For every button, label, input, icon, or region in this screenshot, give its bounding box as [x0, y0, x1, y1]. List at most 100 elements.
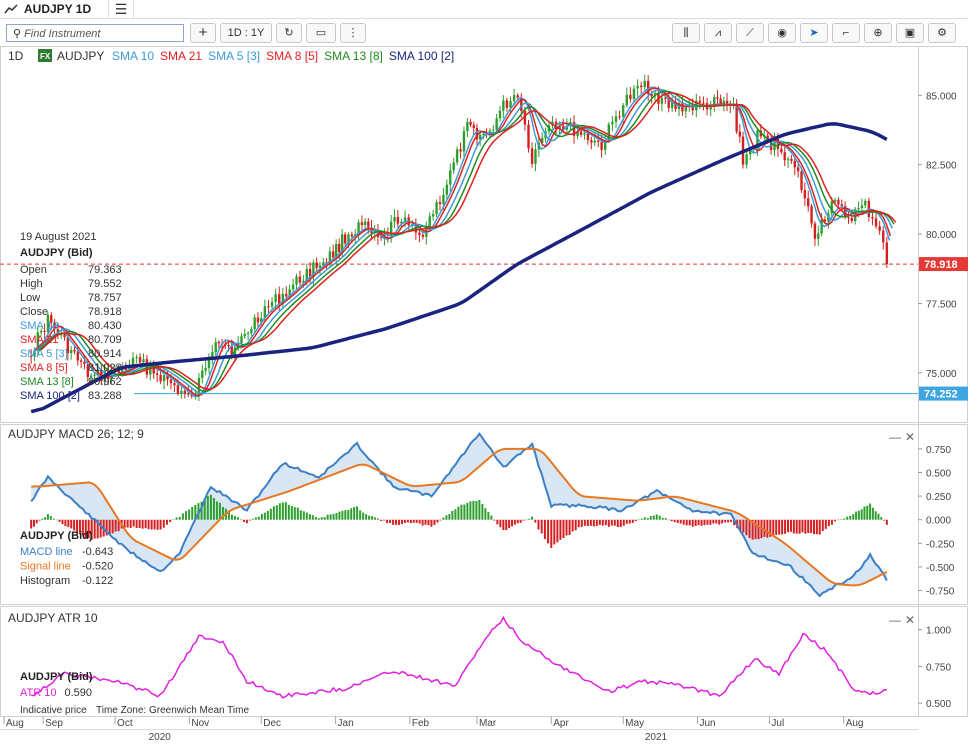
histogram-bar: [484, 508, 487, 520]
histogram-bar: [519, 519, 522, 523]
macd-tick-label: 0.500: [926, 469, 951, 480]
candle-type-icon[interactable]: ⫼: [672, 23, 700, 43]
candle-body: [285, 293, 288, 297]
histogram-bar: [781, 519, 784, 535]
histogram-bar: [857, 510, 860, 520]
histogram-bar: [631, 519, 634, 523]
indicator-icon[interactable]: ⩘: [704, 23, 732, 43]
histogram-bar: [338, 511, 341, 520]
candle-body: [600, 141, 603, 150]
histogram-bar: [619, 519, 622, 527]
histogram-bar: [628, 519, 631, 524]
histogram-bar: [531, 516, 534, 520]
candle-body: [512, 95, 516, 102]
histogram-bar: [772, 519, 775, 537]
ohlc-row-value: 80.914: [88, 348, 122, 360]
candle-body: [793, 160, 797, 168]
histogram-bar: [457, 506, 460, 520]
histogram-bar: [568, 519, 571, 535]
candle-body: [850, 217, 854, 221]
cursor-icon[interactable]: ➤: [800, 23, 828, 43]
month-label: Dec: [263, 718, 281, 729]
histogram-bar: [730, 519, 733, 522]
candle-body: [393, 217, 396, 222]
histogram-bar: [290, 506, 293, 520]
legend-item[interactable]: SMA 100 [2]: [389, 49, 454, 63]
candle-body: [495, 118, 498, 130]
add-button[interactable]: +: [190, 23, 216, 43]
histogram-bar: [439, 519, 442, 521]
histogram-bar: [406, 519, 409, 523]
histogram-bar: [595, 519, 598, 527]
candle-body: [882, 230, 885, 243]
histogram-bar: [592, 519, 595, 527]
atr-minimize-button[interactable]: —: [889, 613, 901, 627]
candle-body: [204, 368, 207, 371]
camera-icon[interactable]: ▣: [896, 23, 924, 43]
zoom-icon[interactable]: ⊕: [864, 23, 892, 43]
eye-icon[interactable]: ◉: [768, 23, 796, 43]
histogram-bar: [625, 519, 628, 524]
histogram-bar: [700, 519, 703, 526]
histogram-bar: [874, 511, 877, 520]
histogram-bar: [745, 519, 748, 536]
instrument-search-input[interactable]: ⚲ Find Instrument: [6, 24, 184, 42]
candle-body: [725, 100, 729, 104]
price-tick-label: 82.500: [926, 161, 957, 172]
chart-area[interactable]: 85.000 82.500 80.000 77.500 75.000 74.252 78.9…: [0, 45, 968, 745]
price-tick-label: 75.000: [926, 369, 957, 380]
histogram-bar: [810, 519, 813, 534]
refresh-icon[interactable]: ↻: [276, 23, 302, 43]
candle-body: [702, 102, 705, 104]
histogram-bar: [652, 515, 655, 520]
legend-item[interactable]: SMA 5 [3]: [208, 49, 260, 63]
histogram-bar: [46, 514, 49, 520]
month-label: May: [625, 718, 644, 729]
candle-body: [396, 217, 400, 224]
histogram-bar: [815, 519, 818, 535]
histogram-bar: [278, 503, 281, 520]
toolbar: ⚲ Find Instrument + 1D : 1Y ↻ ▭ ⋮ ⫼ ⩘ ⟋ ◉ ➤ ⌐ ⊕…: [0, 21, 968, 45]
settings-icon[interactable]: ⚙: [928, 23, 956, 43]
histogram-bar: [436, 519, 439, 523]
histogram-bar: [64, 519, 67, 527]
candle-body: [611, 121, 614, 125]
histogram-bar: [386, 519, 389, 524]
histogram-bar: [362, 512, 365, 520]
histogram-bar: [233, 515, 236, 520]
histogram-bar: [418, 519, 421, 524]
candle-body: [534, 149, 537, 164]
histogram-bar: [670, 519, 673, 522]
layout-icon[interactable]: ▭: [306, 23, 336, 43]
more-options-icon[interactable]: ⋮: [340, 23, 366, 43]
timezone-note: Time Zone: Greenwich Mean Time: [96, 705, 249, 716]
histogram-bar: [742, 519, 745, 533]
histogram-bar: [481, 503, 484, 520]
macd-minimize-button[interactable]: —: [889, 430, 901, 444]
histogram-bar: [843, 518, 846, 520]
candle-body: [857, 207, 860, 210]
draw-line-icon[interactable]: ⟋: [736, 23, 764, 43]
legend-item[interactable]: SMA 8 [5]: [266, 49, 318, 63]
atr-close-button[interactable]: ✕: [905, 613, 915, 627]
histogram-bar: [374, 517, 377, 520]
histogram-bar: [513, 519, 516, 525]
histogram-bar: [415, 519, 418, 523]
legend-item[interactable]: SMA 10: [112, 49, 154, 63]
candle-body: [738, 131, 742, 137]
histogram-bar: [715, 519, 718, 524]
menu-button[interactable]: ☰: [108, 0, 134, 19]
histogram-bar: [833, 519, 836, 522]
candle-body: [783, 152, 786, 161]
candle-body: [246, 333, 250, 335]
candle-body: [492, 129, 495, 131]
legend-item[interactable]: SMA 13 [8]: [324, 49, 383, 63]
histogram-bar: [335, 513, 338, 520]
macd-close-button[interactable]: ✕: [905, 430, 915, 444]
period-button[interactable]: 1D : 1Y: [220, 23, 272, 43]
histogram-bar: [172, 519, 175, 521]
trend-tool-icon[interactable]: ⌐: [832, 23, 860, 43]
histogram-bar: [460, 504, 463, 520]
legend-item[interactable]: SMA 21: [160, 49, 202, 63]
histogram-bar: [165, 519, 168, 525]
